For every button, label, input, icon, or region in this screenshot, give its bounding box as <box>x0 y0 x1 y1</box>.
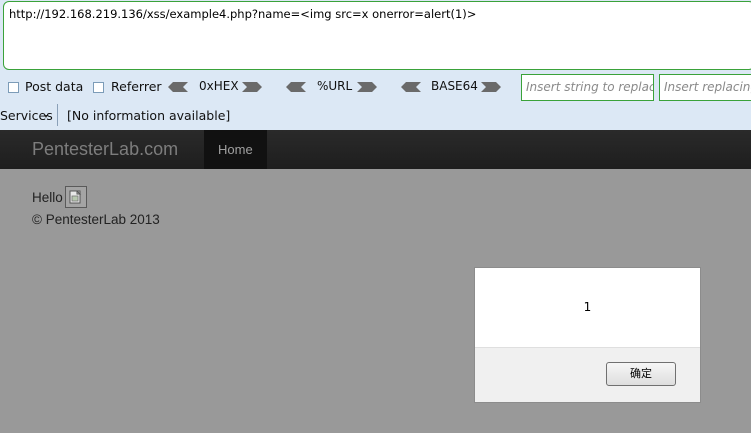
post-data-checkbox[interactable] <box>8 82 19 93</box>
alert-dialog: 1 确定 <box>474 267 701 403</box>
hackbar-options-row: Post data Referrer 0xHEX %URL BASE64 Ins… <box>0 74 751 102</box>
referrer-checkbox[interactable] <box>93 82 104 93</box>
post-data-label: Post data <box>25 79 84 94</box>
info-bar: Services [No information available] <box>0 102 751 130</box>
alert-footer: 确定 <box>475 347 700 402</box>
base64-label: BASE64 <box>431 79 478 93</box>
nav-home[interactable]: Home <box>204 130 267 169</box>
url-textarea[interactable]: http://192.168.219.136/xss/example4.php?… <box>3 1 751 70</box>
hex-decode-arrow-icon[interactable] <box>168 82 188 92</box>
site-navbar: PentesterLab.com Home <box>0 130 751 169</box>
url-label: %URL <box>317 79 353 93</box>
ok-button[interactable]: 确定 <box>606 362 676 386</box>
hex-encode-arrow-icon[interactable] <box>242 82 262 92</box>
alert-message: 1 <box>583 300 592 314</box>
hackbar-toolbar: http://192.168.219.136/xss/example4.php?… <box>0 0 751 130</box>
info-text: [No information available] <box>67 108 231 123</box>
referrer-label: Referrer <box>111 79 162 94</box>
hello-text: Hello <box>32 190 63 205</box>
base64-encode-arrow-icon[interactable] <box>481 82 501 92</box>
copyright-text: © PentesterLab 2013 <box>32 212 160 227</box>
replace-string-input[interactable]: Insert string to replace <box>521 74 654 101</box>
info-divider <box>57 104 58 126</box>
services-caret-icon[interactable] <box>44 115 48 118</box>
replacing-string-input[interactable]: Insert replacing string <box>659 74 751 101</box>
site-brand[interactable]: PentesterLab.com <box>32 139 178 160</box>
nav-home-label: Home <box>218 142 253 157</box>
base64-decode-arrow-icon[interactable] <box>401 82 421 92</box>
broken-image-icon <box>65 186 87 208</box>
url-decode-arrow-icon[interactable] <box>286 82 306 92</box>
hex-label: 0xHEX <box>199 79 239 93</box>
url-encode-arrow-icon[interactable] <box>357 82 377 92</box>
